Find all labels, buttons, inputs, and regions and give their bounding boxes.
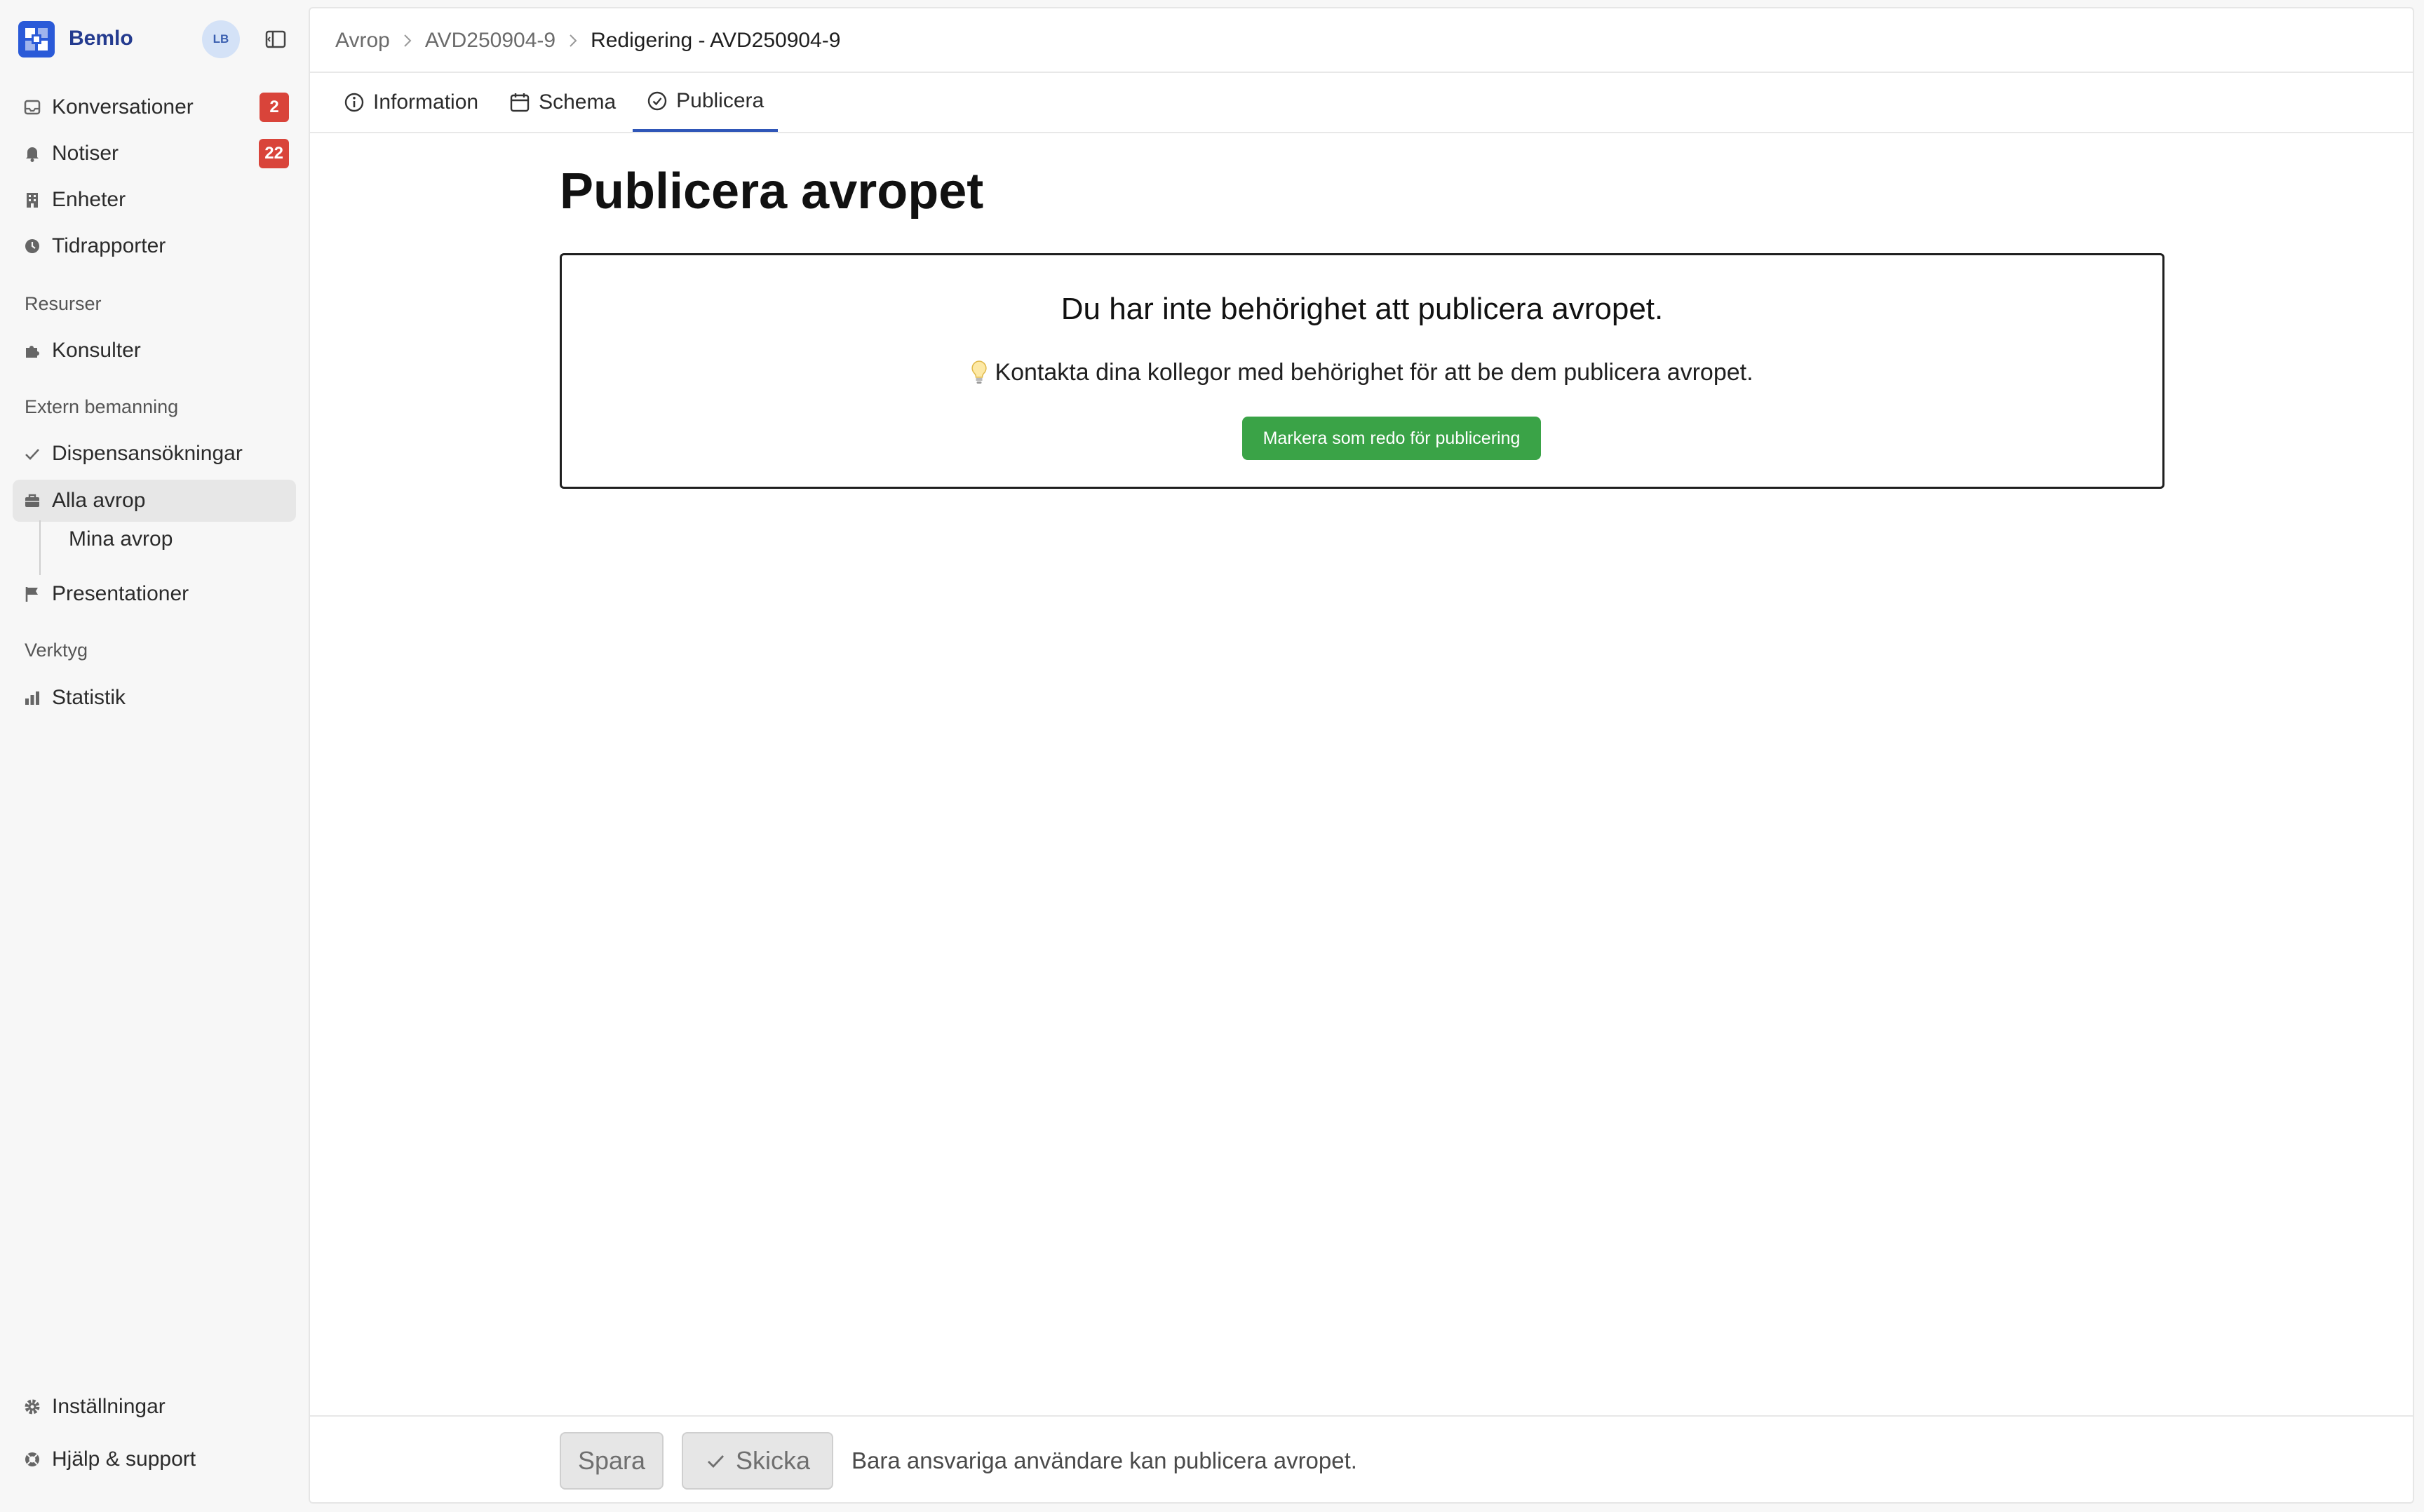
- section-label-verktyg: Verktyg: [25, 640, 88, 661]
- sidebar-item-installningar[interactable]: Inställningar: [13, 1386, 296, 1428]
- tab-bar: Information Schema Publicera: [344, 73, 795, 133]
- sidebar-item-label: Dispensansökningar: [52, 442, 243, 465]
- divider: [310, 1415, 2413, 1417]
- brand-row: Bemlo LB: [18, 20, 299, 59]
- user-avatar[interactable]: LB: [202, 20, 240, 58]
- building-icon: [13, 179, 52, 221]
- sidebar-item-label: Hjälp & support: [52, 1447, 196, 1471]
- sidebar: Bemlo LB Konversationer 2 Notiser 22 Enh…: [0, 0, 309, 1512]
- sidebar-collapse-icon[interactable]: [265, 29, 286, 49]
- section-label-resurser: Resurser: [25, 293, 102, 314]
- info-icon: [344, 93, 364, 112]
- send-button[interactable]: Skicka: [682, 1432, 833, 1490]
- sidebar-item-hjalp-support[interactable]: Hjälp & support: [13, 1438, 296, 1480]
- sidebar-item-label: Konsulter: [52, 339, 141, 362]
- clock-icon: [13, 225, 52, 267]
- sidebar-item-label: Konversationer: [52, 95, 194, 119]
- sidebar-item-label: Enheter: [52, 188, 126, 211]
- breadcrumb-current: Redigering - AVD250904-9: [591, 29, 841, 52]
- lightbulb-icon: [971, 360, 988, 384]
- logo-mark-icon: [25, 28, 48, 50]
- brand-name: Bemlo: [69, 27, 133, 50]
- bar-chart-icon: [13, 677, 52, 719]
- main-panel: Avrop AVD250904-9 Redigering - AVD250904…: [309, 7, 2414, 1504]
- sidebar-item-notiser[interactable]: Notiser 22: [13, 133, 296, 175]
- sidebar-item-alla-avrop[interactable]: Alla avrop: [13, 480, 296, 522]
- check-icon: [707, 1455, 725, 1469]
- chevron-right-icon: [403, 33, 412, 48]
- puzzle-icon: [13, 330, 52, 372]
- sidebar-item-enheter[interactable]: Enheter: [13, 179, 296, 221]
- tab-label: Information: [373, 90, 479, 114]
- sidebar-item-label: Notiser: [52, 142, 119, 165]
- breadcrumb-root[interactable]: Avrop: [335, 29, 390, 53]
- calendar-icon: [510, 93, 530, 112]
- breadcrumb: Avrop AVD250904-9 Redigering - AVD250904…: [335, 27, 840, 55]
- sidebar-item-konsulter[interactable]: Konsulter: [13, 330, 296, 372]
- breadcrumb-parent[interactable]: AVD250904-9: [425, 29, 556, 53]
- tab-information[interactable]: Information: [344, 73, 492, 132]
- sidebar-item-label: Inställningar: [52, 1395, 166, 1418]
- tab-label: Publicera: [676, 89, 765, 112]
- sidebar-item-label: Alla avrop: [52, 489, 146, 512]
- section-label-extern-bemanning: Extern bemanning: [25, 396, 179, 417]
- check-circle-icon: [647, 91, 667, 111]
- inbox-icon: [13, 86, 52, 128]
- bell-icon: [13, 133, 52, 175]
- save-button[interactable]: Spara: [560, 1432, 664, 1490]
- lifebuoy-icon: [13, 1438, 52, 1480]
- chevron-right-icon: [568, 33, 578, 48]
- unread-count-badge: 2: [260, 93, 289, 122]
- notification-count-badge: 22: [259, 139, 289, 168]
- sidebar-item-label: Statistik: [52, 686, 126, 709]
- check-icon: [13, 433, 52, 475]
- page-title: Publicera avropet: [560, 163, 984, 220]
- flag-icon: [13, 573, 52, 615]
- permission-notice: Du har inte behörighet att publicera avr…: [560, 253, 2164, 489]
- sidebar-item-statistik[interactable]: Statistik: [13, 677, 296, 719]
- tab-label: Schema: [539, 90, 617, 114]
- tab-schema[interactable]: Schema: [509, 73, 630, 132]
- notice-text: Kontakta dina kollegor med behörighet fö…: [995, 359, 1753, 386]
- sidebar-item-label: Tidrapporter: [52, 234, 166, 257]
- sidebar-item-presentationer[interactable]: Presentationer: [13, 573, 296, 615]
- notice-heading: Du har inte behörighet att publicera avr…: [1060, 292, 1664, 326]
- submenu-guide-line: [39, 520, 41, 575]
- sidebar-item-dispensansokningar[interactable]: Dispensansökningar: [13, 433, 296, 475]
- sidebar-item-konversationer[interactable]: Konversationer 2: [13, 86, 296, 128]
- divider: [310, 132, 2413, 133]
- sidebar-item-mina-avrop[interactable]: Mina avrop: [69, 527, 173, 551]
- sidebar-item-label: Presentationer: [52, 582, 189, 605]
- mark-ready-for-publishing-button[interactable]: Markera som redo för publicering: [1242, 417, 1541, 460]
- briefcase-icon: [13, 480, 52, 522]
- notice-text-row: Kontakta dina kollegor med behörighet fö…: [562, 359, 2162, 386]
- send-button-label: Skicka: [735, 1446, 811, 1475]
- bemlo-logo[interactable]: [18, 21, 55, 58]
- sidebar-item-tidrapporter[interactable]: Tidrapporter: [13, 225, 296, 267]
- tab-publicera[interactable]: Publicera: [633, 73, 779, 132]
- gear-icon: [13, 1386, 52, 1428]
- permission-hint: Bara ansvariga användare kan publicera a…: [851, 1447, 1357, 1473]
